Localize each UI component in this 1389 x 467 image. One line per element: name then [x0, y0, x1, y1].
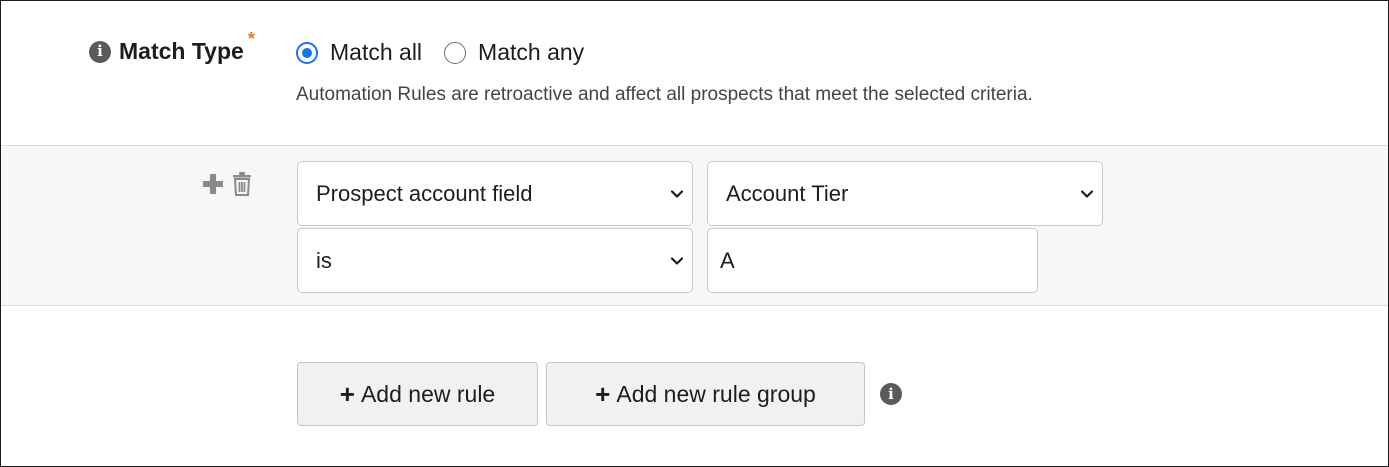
add-new-rule-group-label: Add new rule group — [616, 380, 816, 407]
field-type-value: Prospect account field — [316, 180, 533, 206]
field-select[interactable]: Account Tier — [707, 161, 1103, 226]
field-type-select[interactable]: Prospect account field — [297, 161, 693, 226]
chevron-down-icon — [1080, 189, 1094, 198]
operator-select[interactable]: is — [297, 228, 693, 293]
value-input[interactable]: A — [707, 228, 1038, 293]
add-new-rule-group-button[interactable]: + Add new rule group — [546, 362, 865, 426]
field-value: Account Tier — [726, 180, 849, 206]
match-all-radio[interactable] — [296, 41, 318, 64]
plus-icon[interactable] — [202, 173, 224, 195]
radio-option-match-all[interactable]: Match all — [296, 39, 422, 66]
value-text: A — [720, 247, 735, 273]
plus-icon: + — [595, 379, 611, 409]
add-new-rule-label: Add new rule — [360, 380, 496, 407]
match-type-label: Match Type — [119, 38, 244, 64]
chevron-down-icon — [670, 189, 684, 198]
info-icon[interactable]: i — [880, 383, 902, 405]
plus-icon: + — [339, 379, 355, 409]
match-type-label-group: i Match Type * — [89, 29, 259, 65]
match-any-label[interactable]: Match any — [478, 39, 584, 66]
required-marker: * — [247, 29, 255, 49]
info-icon[interactable]: i — [89, 40, 111, 63]
match-type-section: i Match Type * Match all Match any Autom… — [1, 1, 1388, 145]
automation-rule-criteria-panel: i Match Type * Match all Match any Autom… — [0, 0, 1389, 467]
rule-actions — [202, 171, 254, 197]
trash-icon[interactable] — [230, 171, 254, 197]
chevron-down-icon — [670, 256, 684, 265]
radio-option-match-any[interactable]: Match any — [444, 39, 584, 66]
operator-value: is — [316, 247, 332, 273]
match-type-radio-group: Match all Match any — [296, 39, 606, 66]
match-all-label[interactable]: Match all — [330, 39, 422, 66]
rule-group: Prospect account field Account Tier is A — [1, 145, 1388, 306]
add-new-rule-button[interactable]: + Add new rule — [297, 362, 538, 426]
match-type-help-text: Automation Rules are retroactive and aff… — [296, 84, 1033, 105]
match-any-radio[interactable] — [444, 41, 467, 64]
